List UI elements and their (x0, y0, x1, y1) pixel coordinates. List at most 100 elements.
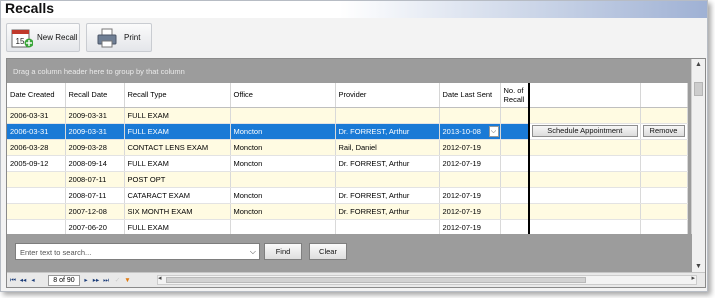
table-row[interactable]: 2008-07-11 CATARACT EXAM Moncton Dr. FORRES… (7, 187, 688, 204)
cell-recall-date[interactable]: 2008-07-11 (65, 187, 125, 204)
col-recall-type[interactable]: Recall Type (124, 83, 231, 108)
check-icon[interactable]: ✓ (113, 275, 122, 286)
cell-recall-date[interactable]: 2008-09-14 (65, 155, 125, 172)
cell-recall-type[interactable]: FULL EXAM (124, 155, 231, 172)
vertical-scrollbar[interactable]: ▲ ▼ (691, 59, 705, 273)
schedule-appointment-cell (529, 203, 641, 220)
cell-office[interactable] (230, 171, 336, 188)
scroll-thumb[interactable] (694, 82, 703, 96)
cell-office[interactable]: Moncton (230, 187, 336, 204)
cell-recall-type[interactable]: FULL EXAM (124, 123, 231, 140)
table-row[interactable]: 2007-12-08 SIX MONTH EXAM Moncton Dr. FORRE… (7, 203, 688, 220)
cell-recall-type[interactable]: CATARACT EXAM (124, 187, 231, 204)
cell-date-created[interactable] (7, 171, 66, 188)
cell-date-last-sent[interactable] (439, 171, 501, 188)
cell-recall-date[interactable]: 2009-03-31 (65, 107, 125, 124)
cell-recall-date[interactable]: 2007-06-20 (65, 219, 125, 236)
chevron-down-icon[interactable]: ⌵ (250, 247, 256, 257)
cell-date-created[interactable]: 2005-09-12 (7, 155, 66, 172)
cell-recall-type[interactable]: POST OPT (124, 171, 231, 188)
table-row[interactable]: 2005-09-12 2008-09-14 FULL EXAM Moncton Dr. … (7, 155, 688, 172)
cell-office[interactable]: Moncton (230, 123, 336, 140)
cell-no-of-recall[interactable] (500, 107, 530, 124)
cell-provider[interactable] (335, 171, 440, 188)
cell-recall-type[interactable]: FULL EXAM (124, 219, 231, 236)
cell-date-created[interactable] (7, 187, 66, 204)
prev-page-icon[interactable]: ◂◂ (18, 275, 28, 286)
cell-recall-date[interactable]: 2007-12-08 (65, 203, 125, 220)
cell-recall-type[interactable]: FULL EXAM (124, 107, 231, 124)
cell-date-created[interactable]: 2006-03-28 (7, 139, 66, 156)
cell-recall-date[interactable]: 2009-03-31 (65, 123, 125, 140)
table-row[interactable]: 2006-03-28 2009-03-28 CONTACT LENS EXAM Mon… (7, 139, 688, 156)
remove-cell (640, 187, 688, 204)
cell-date-created[interactable]: 2006-03-31 (7, 107, 66, 124)
scroll-right-icon[interactable]: ▸ (691, 274, 695, 282)
cell-recall-date[interactable]: 2008-07-11 (65, 171, 125, 188)
cell-no-of-recall[interactable] (500, 123, 530, 140)
print-button[interactable]: Print (86, 23, 152, 52)
col-office[interactable]: Office (230, 83, 336, 108)
cell-provider[interactable]: Dr. FORREST, Arthur (335, 123, 440, 140)
cell-provider[interactable]: Dr. FORREST, Arthur (335, 203, 440, 220)
remove-button[interactable]: Remove (642, 125, 685, 137)
first-record-icon[interactable]: ⏮ (9, 275, 17, 286)
cell-no-of-recall[interactable] (500, 171, 530, 188)
cell-provider[interactable] (335, 107, 440, 124)
cell-date-last-sent[interactable]: 2012-07-19 (439, 139, 501, 156)
cell-date-last-sent[interactable]: 2013-10-08 ⌵ (439, 123, 501, 140)
cell-date-created[interactable] (7, 203, 66, 220)
col-recall-date[interactable]: Recall Date (65, 83, 125, 108)
col-date-last-sent[interactable]: Date Last Sent (439, 83, 501, 108)
cell-office[interactable]: Moncton (230, 203, 336, 220)
cell-recall-type[interactable]: CONTACT LENS EXAM (124, 139, 231, 156)
col-provider[interactable]: Provider (335, 83, 440, 108)
search-input[interactable]: Enter text to search... ⌵ (15, 243, 260, 260)
cell-provider[interactable]: Rail, Daniel (335, 139, 440, 156)
table-row[interactable]: 2006-03-31 2009-03-31 FULL EXAM (7, 107, 688, 124)
filter-icon[interactable]: ▼ (123, 275, 132, 286)
cell-date-created[interactable] (7, 219, 66, 236)
cell-provider[interactable] (335, 219, 440, 236)
prev-record-icon[interactable]: ◂ (29, 275, 37, 286)
cell-no-of-recall[interactable] (500, 155, 530, 172)
cell-office[interactable] (230, 107, 336, 124)
cell-no-of-recall[interactable] (500, 219, 530, 236)
cell-provider[interactable]: Dr. FORREST, Arthur (335, 187, 440, 204)
cell-date-created[interactable]: 2006-03-31 (7, 123, 66, 140)
next-page-icon[interactable]: ▸▸ (91, 275, 101, 286)
search-placeholder: Enter text to search... (20, 248, 92, 257)
cell-date-last-sent[interactable]: 2012-07-19 (439, 155, 501, 172)
table-row[interactable]: 2006-03-31 2009-03-31 FULL EXAM Moncton Dr. … (7, 123, 688, 140)
clear-button[interactable]: Clear (309, 243, 347, 260)
schedule-appointment-button[interactable]: Schedule Appointment (532, 125, 638, 137)
cell-no-of-recall[interactable] (500, 187, 530, 204)
cell-no-of-recall[interactable] (500, 139, 530, 156)
cell-date-last-sent[interactable]: 2012-07-19 (439, 187, 501, 204)
last-record-icon[interactable]: ⏭ (102, 275, 110, 286)
cell-date-last-sent[interactable]: 2012-07-19 (439, 203, 501, 220)
cell-no-of-recall[interactable] (500, 203, 530, 220)
find-button[interactable]: Find (264, 243, 302, 260)
horizontal-scrollbar[interactable]: ◂ ▸ (157, 275, 697, 285)
record-position[interactable]: 8 of 90 (48, 275, 80, 286)
scroll-left-icon[interactable]: ◂ (158, 274, 162, 282)
table-row[interactable]: 2007-06-20 FULL EXAM 2012-07-19 (7, 219, 688, 236)
cell-recall-type[interactable]: SIX MONTH EXAM (124, 203, 231, 220)
chevron-down-icon[interactable]: ⌵ (488, 125, 499, 137)
hscroll-thumb[interactable] (166, 277, 586, 283)
cell-date-last-sent[interactable] (439, 107, 501, 124)
cell-office[interactable]: Moncton (230, 139, 336, 156)
scroll-up-icon[interactable]: ▲ (692, 59, 705, 71)
cell-provider[interactable]: Dr. FORREST, Arthur (335, 155, 440, 172)
col-no-of-recall[interactable]: No. of Recall (500, 83, 530, 108)
next-record-icon[interactable]: ▸ (82, 275, 90, 286)
cell-office[interactable] (230, 219, 336, 236)
group-by-panel[interactable]: Drag a column header here to group by th… (7, 59, 687, 83)
col-date-created[interactable]: Date Created (7, 83, 66, 108)
cell-date-last-sent[interactable]: 2012-07-19 (439, 219, 501, 236)
cell-recall-date[interactable]: 2009-03-28 (65, 139, 125, 156)
cell-office[interactable]: Moncton (230, 155, 336, 172)
new-recall-button[interactable]: 15 New Recall (6, 23, 80, 52)
table-row[interactable]: 2008-07-11 POST OPT (7, 171, 688, 188)
